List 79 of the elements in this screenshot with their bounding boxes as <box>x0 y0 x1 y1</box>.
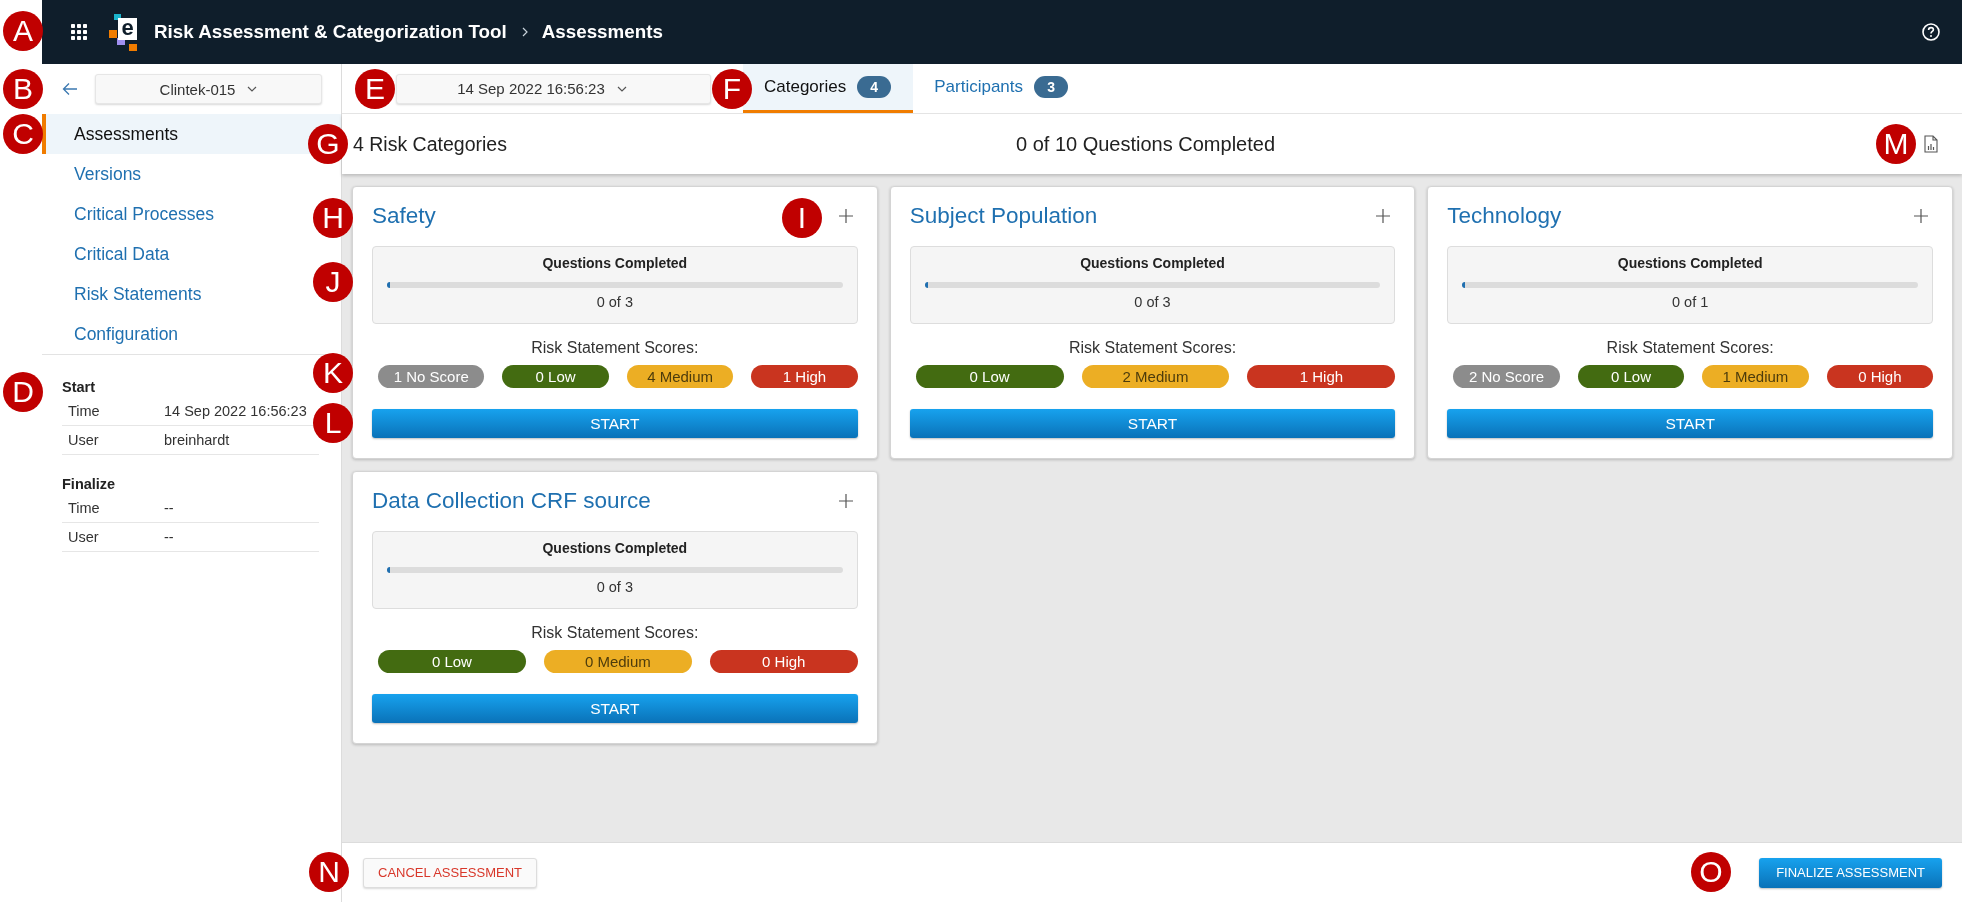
tab[interactable]: Participants 3 <box>913 64 1091 113</box>
score-badge: 1 Medium <box>1702 365 1809 388</box>
chevron-down-icon <box>247 86 258 92</box>
callout-marker: C <box>3 114 43 154</box>
score-badge: 2 No Score <box>1453 365 1560 388</box>
score-badge: 4 Medium <box>626 365 734 388</box>
scores-label: Risk Statement Scores: <box>531 624 699 642</box>
count-badge: 3 <box>1034 76 1069 98</box>
start-button[interactable]: START <box>1447 409 1933 438</box>
date-select[interactable]: 14 Sep 2022 16:56:23 <box>396 73 711 104</box>
score-badge: 0 Low <box>915 365 1064 388</box>
detail-value: breinhardt <box>164 432 230 448</box>
start-button[interactable]: START <box>909 409 1396 438</box>
add-icon[interactable] <box>1375 208 1392 224</box>
category-title: Technology <box>1447 203 1562 229</box>
nav-item[interactable]: Critical Data <box>42 234 178 274</box>
scores-label: Risk Statement Scores: <box>1606 339 1774 357</box>
back-arrow-icon[interactable] <box>62 82 78 96</box>
score-badge: 0 Medium <box>543 650 692 673</box>
app-title: Risk Assessment & Categorization Tool <box>154 21 507 43</box>
progress-text: 0 of 3 <box>596 578 633 596</box>
score-badge: 0 Low <box>1577 365 1685 388</box>
score-badge: 0 Low <box>378 650 526 673</box>
report-icon[interactable] <box>1924 135 1938 153</box>
callout-marker: D <box>3 372 43 412</box>
callout-marker: F <box>712 69 752 109</box>
cancel-button[interactable]: CANCEL ASSESSMENT <box>363 857 537 888</box>
score-badge: 0 High <box>709 650 858 673</box>
scores-label: Risk Statement Scores: <box>531 339 699 357</box>
detail-value: 14 Sep 2022 16:56:23 <box>164 403 307 419</box>
detail-label: User <box>67 529 100 545</box>
finalize-button[interactable]: FINALIZE ASSESSMENT <box>1759 857 1942 888</box>
detail-label: Time <box>67 403 101 419</box>
scores-label: Risk Statement Scores: <box>1068 339 1237 357</box>
section-title: Finalize <box>62 475 116 494</box>
nav-item[interactable]: Versions <box>42 154 150 194</box>
chevron-right-icon <box>521 27 528 37</box>
callout-marker: B <box>3 69 43 109</box>
tab[interactable]: Categories 4 <box>743 64 914 113</box>
progress-label: Questions Completed <box>1617 254 1763 272</box>
score-badge: 2 Medium <box>1081 365 1230 388</box>
nav-item[interactable]: Critical Processes <box>42 194 223 234</box>
add-icon[interactable] <box>1913 208 1929 224</box>
score-badge: 1 No Score <box>378 365 485 388</box>
questions-summary: 0 of 10 Questions Completed <box>1015 132 1275 156</box>
score-badge: 1 High <box>751 365 858 388</box>
help-icon[interactable] <box>1922 23 1940 41</box>
callout-marker: E <box>355 69 395 109</box>
callout-marker: A <box>3 11 43 51</box>
add-icon[interactable] <box>837 208 854 224</box>
score-badge: 1 High <box>1247 365 1396 388</box>
progress-label: Questions Completed <box>542 254 688 272</box>
detail-value: -- <box>164 500 174 516</box>
progress-label: Questions Completed <box>542 539 688 557</box>
section-title: Start <box>62 378 96 397</box>
count-badge: 4 <box>857 76 892 98</box>
category-title: Safety <box>372 203 436 229</box>
app-logo: e <box>109 13 137 51</box>
grid-menu-icon[interactable] <box>71 24 87 40</box>
score-badge: 0 Low <box>502 365 609 388</box>
breadcrumb-current: Assessments <box>541 21 663 43</box>
start-button[interactable]: START <box>372 409 858 438</box>
detail-label: User <box>67 432 100 448</box>
nav-item[interactable]: Risk Statements <box>42 274 210 314</box>
detail-label: Time <box>67 500 101 516</box>
score-badge: 0 High <box>1826 365 1933 388</box>
add-icon[interactable] <box>837 493 854 509</box>
category-title: Subject Population <box>909 203 1098 229</box>
categories-count: 4 Risk Categories <box>353 132 507 156</box>
progress-text: 0 of 3 <box>596 293 633 311</box>
study-select[interactable]: Clintek-015 <box>95 74 322 104</box>
detail-value: -- <box>164 529 174 545</box>
nav-item[interactable]: Configuration <box>42 314 187 354</box>
progress-text: 0 of 1 <box>1672 293 1709 311</box>
chevron-down-icon <box>616 85 627 92</box>
progress-label: Questions Completed <box>1080 254 1225 272</box>
progress-text: 0 of 3 <box>1134 293 1171 311</box>
start-button[interactable]: START <box>372 694 858 723</box>
category-title: Data Collection CRF source <box>372 488 651 514</box>
